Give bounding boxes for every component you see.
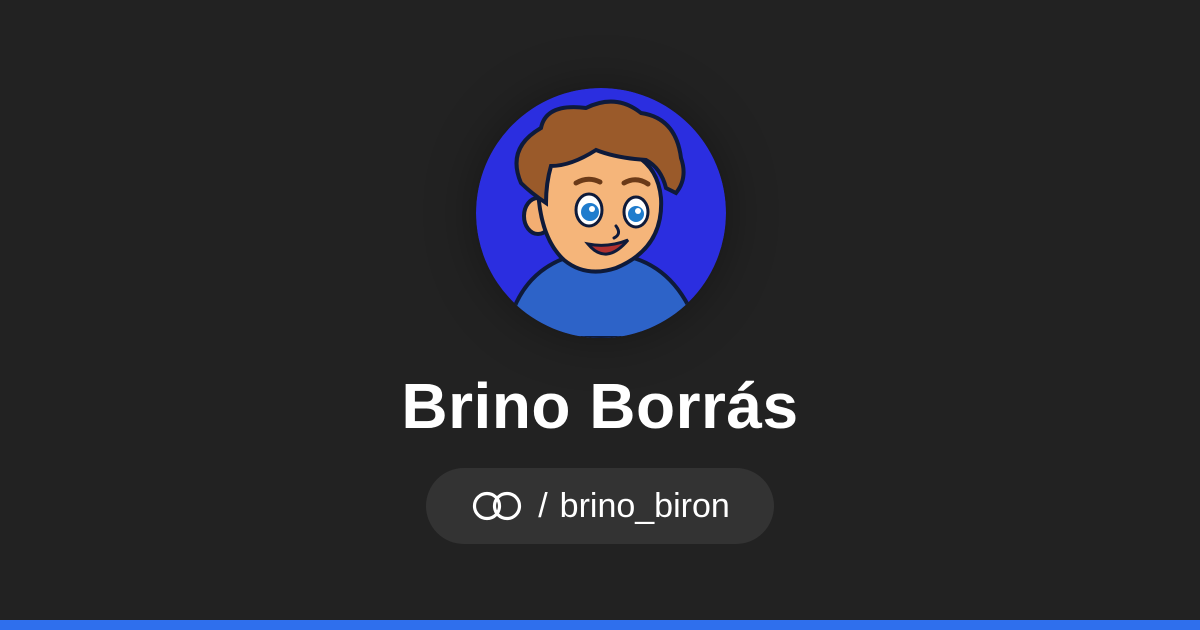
profile-name: Brino Borrás <box>401 370 799 442</box>
cartoon-boy-avatar-icon <box>476 88 726 338</box>
accent-bottom-bar <box>0 620 1200 630</box>
profile-avatar <box>476 88 726 338</box>
profile-card: Brino Borrás / brino_biron <box>0 0 1200 630</box>
handle-username: brino_biron <box>559 487 730 525</box>
profile-handle-link[interactable]: / brino_biron <box>426 468 774 544</box>
interlocked-rings-icon <box>473 491 522 521</box>
handle-separator: / <box>538 487 548 525</box>
